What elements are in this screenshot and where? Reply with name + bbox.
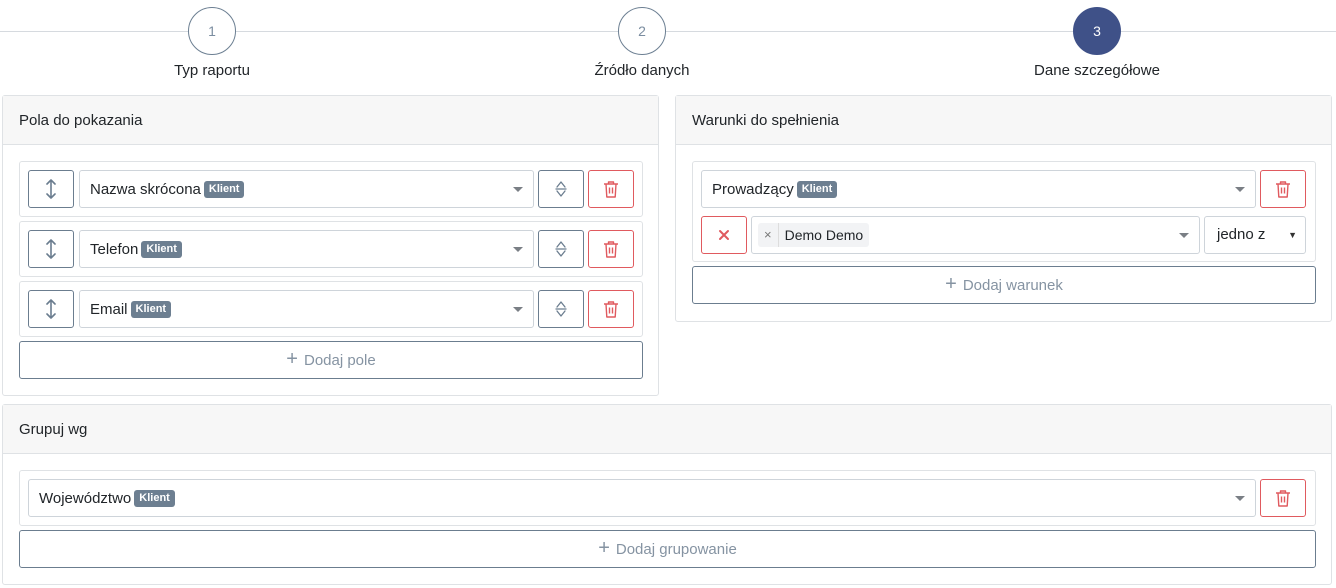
close-icon	[719, 230, 729, 240]
step-2[interactable]: 2 Źródło danych	[542, 7, 742, 79]
add-condition-label: Dodaj warunek	[962, 276, 1063, 294]
step-3[interactable]: 3 Dane szczegółowe	[997, 7, 1197, 79]
group-field-select[interactable]: Województwo Klient	[28, 479, 1256, 517]
field-select-value: Nazwa skrócona	[90, 180, 201, 198]
conditions-panel: Warunki do spełnienia Prowadzący Klient …	[675, 95, 1332, 322]
chevron-down-icon	[513, 307, 523, 312]
field-select[interactable]: Email Klient	[79, 290, 534, 328]
trash-icon	[1276, 490, 1290, 507]
caret-down-icon: ▼	[1288, 230, 1297, 240]
operator-select[interactable]: jedno z ▼	[1204, 216, 1306, 254]
delete-field-button[interactable]	[588, 230, 634, 268]
delete-condition-button[interactable]	[1260, 170, 1306, 208]
drag-handle-button[interactable]	[28, 170, 74, 208]
fields-panel-title: Pola do pokazania	[3, 96, 658, 145]
delete-field-button[interactable]	[588, 170, 634, 208]
chevron-down-icon	[513, 187, 523, 192]
condition-field-select[interactable]: Prowadzący Klient	[701, 170, 1256, 208]
group-panel: Grupuj wg Województwo Klient + Dodaj gru…	[2, 404, 1332, 585]
stepper: 1 Typ raportu 2 Źródło danych 3 Dane szc…	[0, 0, 1336, 90]
drag-handle-button[interactable]	[28, 230, 74, 268]
selected-value-tag: × Demo Demo	[758, 223, 870, 247]
conditions-panel-title: Warunki do spełnienia	[676, 96, 1331, 145]
field-select-value: Telefon	[90, 240, 139, 258]
step-3-label: Dane szczegółowe	[1034, 62, 1160, 79]
group-row: Województwo Klient	[19, 470, 1316, 526]
sort-button[interactable]	[538, 290, 584, 328]
chevron-down-icon	[1179, 233, 1189, 238]
delete-group-button[interactable]	[1260, 479, 1306, 517]
vertical-arrows-icon	[46, 299, 56, 319]
chevron-down-icon	[1235, 187, 1245, 192]
condition-value-select[interactable]: × Demo Demo	[751, 216, 1200, 254]
plus-icon: +	[945, 273, 957, 295]
step-1[interactable]: 1 Typ raportu	[112, 7, 312, 79]
field-row: Nazwa skrócona Klient	[19, 161, 643, 217]
field-badge: Klient	[130, 300, 172, 318]
plus-icon: +	[286, 348, 298, 370]
group-panel-title: Grupuj wg	[3, 405, 1331, 454]
step-1-circle[interactable]: 1	[188, 7, 236, 55]
vertical-arrows-icon	[46, 179, 56, 199]
step-2-circle[interactable]: 2	[618, 7, 666, 55]
delete-field-button[interactable]	[588, 290, 634, 328]
add-field-button[interactable]: + Dodaj pole	[19, 341, 643, 379]
sort-icon	[555, 241, 567, 257]
group-field-value: Województwo	[39, 489, 132, 507]
trash-icon	[604, 301, 618, 318]
add-grouping-button[interactable]: + Dodaj grupowanie	[19, 530, 1316, 568]
trash-icon	[604, 241, 618, 258]
step-3-circle[interactable]: 3	[1073, 7, 1121, 55]
chevron-down-icon	[1235, 496, 1245, 501]
trash-icon	[1276, 181, 1290, 198]
trash-icon	[604, 181, 618, 198]
tag-label: Demo Demo	[784, 227, 864, 243]
sort-button[interactable]	[538, 170, 584, 208]
step-1-label: Typ raportu	[174, 62, 250, 79]
remove-tag-button[interactable]: ×	[758, 223, 779, 247]
operator-value: jedno z	[1217, 226, 1266, 243]
drag-handle-button[interactable]	[28, 290, 74, 328]
chevron-down-icon	[513, 247, 523, 252]
field-badge: Klient	[203, 180, 245, 198]
field-select[interactable]: Nazwa skrócona Klient	[79, 170, 534, 208]
condition-field-badge: Klient	[796, 180, 838, 198]
field-select[interactable]: Telefon Klient	[79, 230, 534, 268]
field-row: Email Klient	[19, 281, 643, 337]
fields-panel: Pola do pokazania Nazwa skrócona Klient	[2, 95, 659, 396]
field-select-value: Email	[90, 300, 128, 318]
step-2-label: Źródło danych	[594, 62, 690, 79]
condition-row: Prowadzący Klient × Demo Demo jedno z ▼	[692, 161, 1316, 262]
field-row: Telefon Klient	[19, 221, 643, 277]
sort-button[interactable]	[538, 230, 584, 268]
sort-icon	[555, 181, 567, 197]
add-field-label: Dodaj pole	[303, 351, 376, 369]
plus-icon: +	[598, 537, 610, 559]
condition-field-value: Prowadzący	[712, 180, 794, 198]
add-grouping-label: Dodaj grupowanie	[615, 540, 737, 558]
field-badge: Klient	[141, 240, 182, 258]
group-field-badge: Klient	[134, 489, 175, 507]
add-condition-button[interactable]: + Dodaj warunek	[692, 266, 1316, 304]
sort-icon	[555, 301, 567, 317]
clear-condition-button[interactable]	[701, 216, 747, 254]
vertical-arrows-icon	[46, 239, 56, 259]
